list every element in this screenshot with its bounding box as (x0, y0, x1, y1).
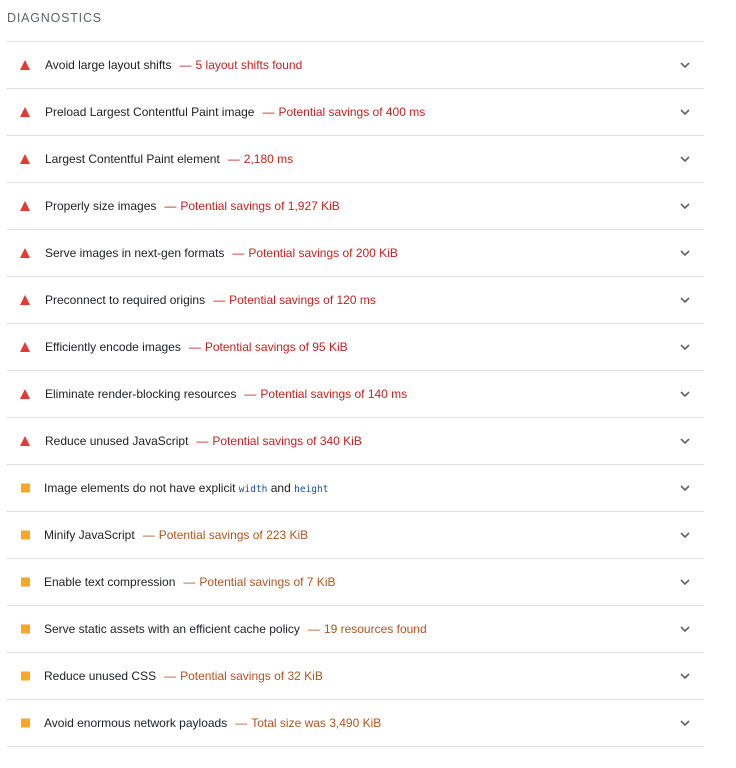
audit-row-render-blocking[interactable]: Eliminate render-blocking resources — Pote… (7, 371, 704, 418)
chevron-down-icon[interactable] (678, 622, 692, 636)
display-value: Potential savings of 32 KiB (180, 669, 323, 683)
section-title: DIAGNOSTICS (7, 11, 102, 25)
separator: — (142, 528, 155, 542)
audit-row-preload-lcp[interactable]: Preload Largest Contentful Paint image — P… (7, 89, 704, 136)
audit-row-network-payloads[interactable]: Avoid enormous network payloads — Total si… (7, 700, 704, 747)
code-width: width (238, 484, 268, 495)
warning-square-icon (21, 671, 30, 681)
separator: — (235, 716, 248, 730)
audit-row-unused-javascript[interactable]: Reduce unused JavaScript — Potential savin… (7, 418, 704, 465)
warning-square-icon (21, 624, 30, 634)
separator: — (244, 387, 257, 401)
warning-triangle-icon (20, 295, 30, 305)
audit-title: Preconnect to required origins — Potential… (45, 293, 376, 307)
separator: — (232, 246, 245, 260)
display-value: Potential savings of 400 ms (278, 105, 426, 119)
separator: — (164, 669, 177, 683)
chevron-down-icon[interactable] (678, 293, 692, 307)
audit-row-unsized-images[interactable]: Image elements do not have explicit widt… (7, 465, 704, 512)
display-value: 2,180 ms (243, 152, 294, 166)
audit-title: Efficiently encode images — Potential savi… (45, 340, 348, 354)
chevron-down-icon[interactable] (678, 152, 692, 166)
warning-triangle-icon (20, 107, 30, 117)
warning-triangle-icon (20, 436, 30, 446)
audit-title: Minify JavaScript — Potential savings of 2… (44, 528, 309, 542)
code-height: height (294, 484, 329, 495)
display-value: Potential savings of 200 KiB (248, 246, 398, 260)
separator: — (262, 105, 275, 119)
chevron-down-icon[interactable] (678, 434, 692, 448)
warning-triangle-icon (20, 201, 30, 211)
separator: — (213, 293, 226, 307)
audit-title: Eliminate render-blocking resources — Pote… (45, 387, 408, 401)
audit-title: Enable text compression — Potential saving… (44, 575, 336, 589)
warning-triangle-icon (20, 342, 30, 352)
audit-title: Image elements do not have explicit widt… (44, 481, 329, 495)
warning-triangle-icon (20, 389, 30, 399)
audit-row-layout-shifts[interactable]: Avoid large layout shifts —5 layout shift… (7, 42, 704, 89)
audit-row-unused-css[interactable]: Reduce unused CSS — Potential savings of 3… (7, 653, 704, 700)
display-value: Potential savings of 7 KiB (199, 575, 336, 589)
audit-title: Serve images in next-gen formats — Potenti… (45, 246, 398, 260)
display-value: Potential savings of 140 ms (260, 387, 408, 401)
separator: — (196, 434, 209, 448)
warning-triangle-icon (20, 154, 30, 164)
audit-row-text-compression[interactable]: Enable text compression — Potential saving… (7, 559, 704, 606)
chevron-down-icon[interactable] (678, 58, 692, 72)
display-value: Potential savings of 1,927 KiB (180, 199, 340, 213)
chevron-down-icon[interactable] (678, 246, 692, 260)
audit-title: Avoid enormous network payloads — Total si… (44, 716, 382, 730)
separator: — (179, 58, 192, 72)
audit-title: Preload Largest Contentful Paint image — P… (45, 105, 426, 119)
separator: — (307, 622, 320, 636)
audit-title: Reduce unused JavaScript — Potential savin… (45, 434, 362, 448)
audit-row-cache-policy[interactable]: Serve static assets with an efficient ca… (7, 606, 704, 653)
warning-square-icon (21, 718, 30, 728)
chevron-down-icon[interactable] (678, 340, 692, 354)
chevron-down-icon[interactable] (678, 716, 692, 730)
separator: — (227, 152, 240, 166)
chevron-down-icon[interactable] (678, 481, 692, 495)
audit-list: Avoid large layout shifts —5 layout shift… (7, 41, 704, 747)
audit-title: Properly size images — Potential savings o… (45, 199, 340, 213)
chevron-down-icon[interactable] (678, 528, 692, 542)
warning-triangle-icon (20, 60, 30, 70)
display-value: Potential savings of 340 KiB (212, 434, 362, 448)
warning-square-icon (21, 483, 30, 493)
warning-square-icon (21, 577, 30, 587)
display-value: Total size was 3,490 KiB (251, 716, 382, 730)
audit-title: Largest Contentful Paint element —2,180 m… (45, 152, 294, 166)
warning-square-icon (21, 530, 30, 540)
chevron-down-icon[interactable] (678, 669, 692, 683)
audit-row-preconnect[interactable]: Preconnect to required origins — Potential… (7, 277, 704, 324)
chevron-down-icon[interactable] (678, 575, 692, 589)
display-value: Potential savings of 223 KiB (158, 528, 309, 542)
audit-title: Avoid large layout shifts —5 layout shift… (45, 58, 303, 72)
audit-row-encode-images[interactable]: Efficiently encode images — Potential savi… (7, 324, 704, 371)
display-value: Potential savings of 95 KiB (204, 340, 348, 354)
audit-title: Reduce unused CSS — Potential savings of 3… (44, 669, 323, 683)
warning-triangle-icon (20, 248, 30, 258)
separator: — (183, 575, 196, 589)
chevron-down-icon[interactable] (678, 105, 692, 119)
chevron-down-icon[interactable] (678, 199, 692, 213)
audit-row-size-images[interactable]: Properly size images — Potential savings o… (7, 183, 704, 230)
display-value: 19 resources found (323, 622, 427, 636)
chevron-down-icon[interactable] (678, 387, 692, 401)
display-value: 5 layout shifts found (195, 58, 303, 72)
audit-row-lcp-element[interactable]: Largest Contentful Paint element —2,180 m… (7, 136, 704, 183)
separator: — (188, 340, 201, 354)
separator: — (164, 199, 177, 213)
audit-title: Serve static assets with an efficient ca… (44, 622, 427, 636)
display-value: Potential savings of 120 ms (229, 293, 376, 307)
audit-row-minify-javascript[interactable]: Minify JavaScript — Potential savings of 2… (7, 512, 704, 559)
audit-row-next-gen-formats[interactable]: Serve images in next-gen formats — Potenti… (7, 230, 704, 277)
